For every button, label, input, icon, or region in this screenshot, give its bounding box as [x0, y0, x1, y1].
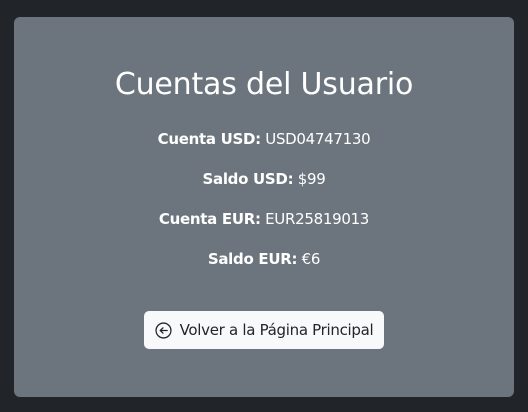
usd-account-label: Cuenta USD: — [157, 130, 261, 148]
arrow-left-circle-icon — [155, 321, 172, 339]
usd-balance-value: $99 — [297, 170, 326, 188]
eur-account-value: EUR25819013 — [265, 210, 370, 228]
eur-account-row: Cuenta EUR: EUR25819013 — [14, 209, 514, 229]
eur-balance-value: €6 — [301, 250, 321, 268]
eur-balance-label: Saldo EUR: — [207, 250, 298, 268]
back-to-home-button[interactable]: Volver a la Página Principal — [144, 311, 384, 349]
usd-balance-row: Saldo USD: $99 — [14, 169, 514, 189]
usd-account-row: Cuenta USD: USD04747130 — [14, 129, 514, 149]
page-title: Cuentas del Usuario — [114, 67, 414, 102]
eur-account-label: Cuenta EUR: — [158, 210, 261, 228]
usd-balance-label: Saldo USD: — [202, 170, 294, 188]
accounts-card: Cuentas del Usuario Cuenta USD: USD04747… — [14, 17, 514, 397]
usd-account-value: USD04747130 — [265, 130, 371, 148]
eur-balance-row: Saldo EUR: €6 — [14, 249, 514, 269]
back-button-label: Volver a la Página Principal — [179, 321, 374, 339]
